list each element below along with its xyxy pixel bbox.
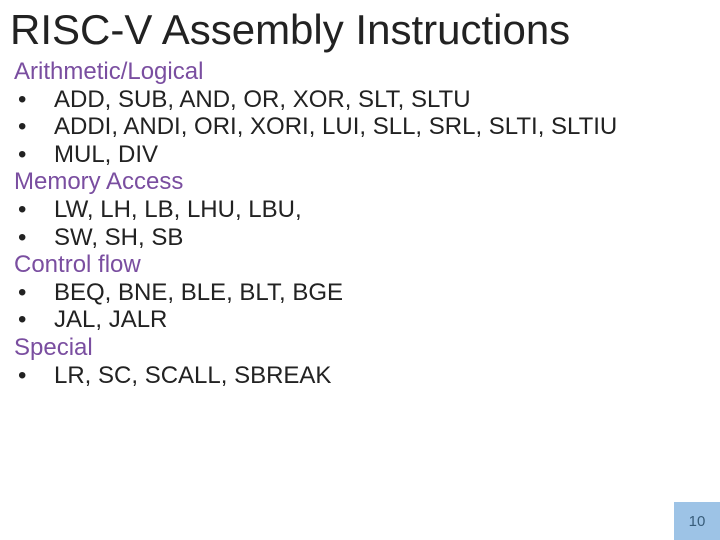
list-item: •JAL, JALR [14,306,706,334]
bullet-icon: • [36,113,54,141]
slide: RISC-V Assembly Instructions Arithmetic/… [0,0,720,540]
bullet-icon: • [36,224,54,252]
list-item-text: ADD, SUB, AND, OR, XOR, SLT, SLTU [54,86,471,113]
list-item-text: SW, SH, SB [54,224,183,251]
page-number-box: 10 [674,502,720,540]
list-item: •LW, LH, LB, LHU, LBU, [14,196,706,224]
list-item: •ADDI, ANDI, ORI, XORI, LUI, SLL, SRL, S… [14,113,706,141]
bullet-icon: • [36,306,54,334]
list-item-text: ADDI, ANDI, ORI, XORI, LUI, SLL, SRL, SL… [54,113,617,140]
list-item-text: MUL, DIV [54,141,158,168]
category-special: Special [14,334,706,362]
list-item-text: LW, LH, LB, LHU, LBU, [54,196,302,223]
list-item: •LR, SC, SCALL, SBREAK [14,362,706,390]
bullet-icon: • [36,196,54,224]
category-control-flow: Control flow [14,251,706,279]
list-item: •MUL, DIV [14,141,706,169]
category-arithmetic: Arithmetic/Logical [14,58,706,86]
slide-title: RISC-V Assembly Instructions [0,0,720,54]
slide-body: Arithmetic/Logical •ADD, SUB, AND, OR, X… [0,54,720,389]
list-item-text: BEQ, BNE, BLE, BLT, BGE [54,279,343,306]
category-memory: Memory Access [14,168,706,196]
list-item-text: LR, SC, SCALL, SBREAK [54,362,331,389]
bullet-icon: • [36,141,54,169]
list-item: •ADD, SUB, AND, OR, XOR, SLT, SLTU [14,86,706,114]
list-item: •SW, SH, SB [14,224,706,252]
list-item: •BEQ, BNE, BLE, BLT, BGE [14,279,706,307]
bullet-icon: • [36,86,54,114]
list-item-text: JAL, JALR [54,306,167,333]
page-number: 10 [689,513,706,530]
bullet-icon: • [36,362,54,390]
bullet-icon: • [36,279,54,307]
